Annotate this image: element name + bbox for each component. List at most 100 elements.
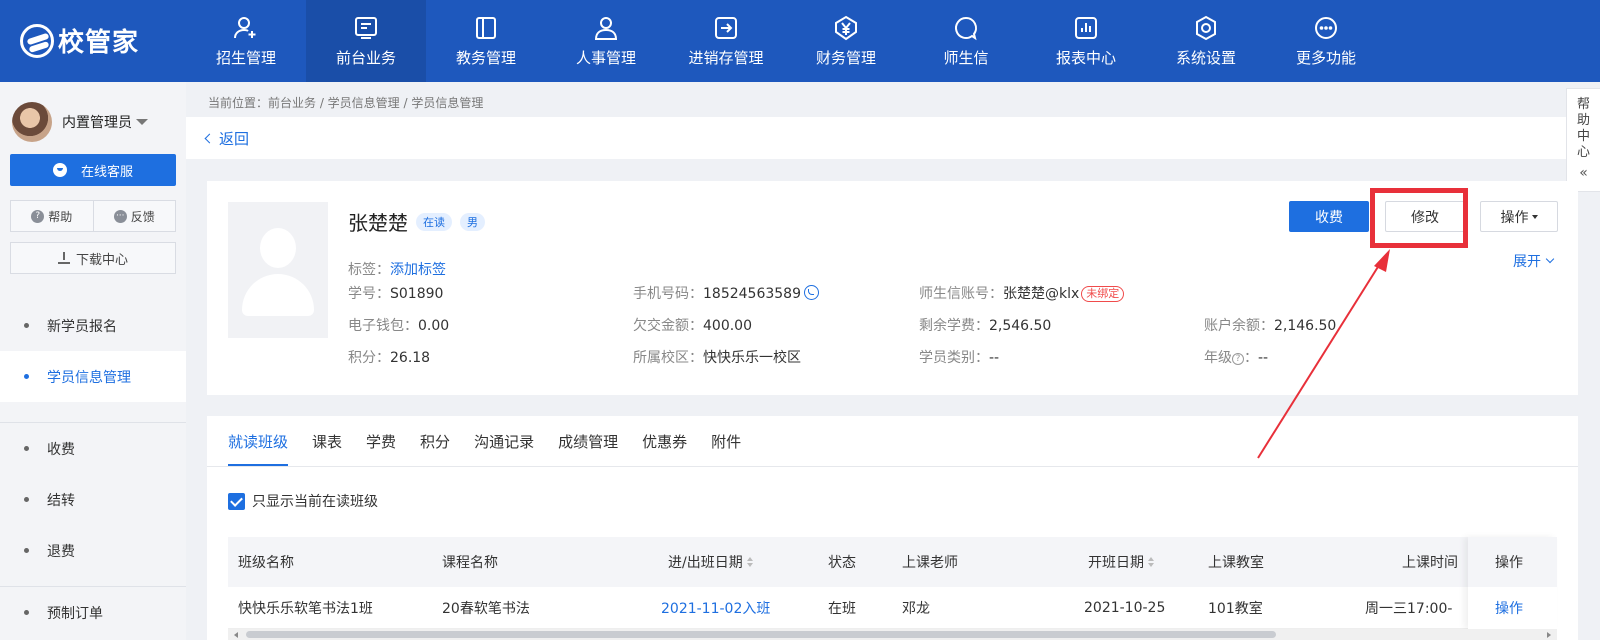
column-header: 上课老师: [902, 555, 958, 571]
sort-icon: [1148, 557, 1154, 567]
highlight-box: [1370, 188, 1468, 248]
column-header: 课程名称: [442, 555, 498, 571]
field-value: 18524563589: [703, 286, 801, 302]
nav-item-front-desk[interactable]: 前台业务: [306, 0, 426, 82]
horizontal-scrollbar[interactable]: [228, 629, 1557, 640]
nav-item-academic[interactable]: 教务管理: [426, 0, 546, 82]
scroll-left-icon[interactable]: [234, 632, 238, 638]
download-center-button[interactable]: 下载中心: [10, 242, 176, 274]
main-nav: 招生管理 前台业务 教务管理 人事管理 进销存管理 财务管理 师生信 报表中心: [186, 0, 1386, 82]
feedback-label: 反馈: [130, 209, 155, 224]
download-icon: [57, 252, 70, 264]
back-bar: 返回: [186, 117, 1578, 159]
help-feedback-group: ? 帮助 ··· 反馈: [10, 200, 176, 232]
nav-item-hr[interactable]: 人事管理: [546, 0, 666, 82]
teacher-cell: 邓龙: [902, 600, 930, 617]
nav-item-inventory[interactable]: 进销存管理: [666, 0, 786, 82]
sidebar-item-label: 结转: [47, 492, 75, 509]
user-menu[interactable]: 内置管理员: [12, 102, 148, 142]
question-icon[interactable]: ?: [1232, 353, 1244, 365]
field-label: 积分：: [348, 350, 390, 366]
field-label: 所属校区：: [633, 350, 703, 366]
sidebar-item-refund[interactable]: 退费: [0, 525, 186, 576]
filter-label: 只显示当前在读班级: [252, 494, 378, 510]
app-logo[interactable]: 校管家: [20, 22, 139, 59]
tab-schedule[interactable]: 课表: [312, 416, 342, 466]
field-label: 电子钱包：: [348, 318, 418, 334]
user-name: 内置管理员: [62, 115, 132, 131]
tabs-divider: [207, 466, 1578, 467]
scroll-thumb[interactable]: [246, 631, 1276, 638]
tab-grades[interactable]: 成绩管理: [558, 416, 618, 466]
student-profile-card: 张楚楚 在读 男 标签：添加标签 学号：S01890 手机号码：18524563…: [207, 181, 1578, 395]
nav-item-more[interactable]: 更多功能: [1266, 0, 1386, 82]
service-icon: [52, 163, 67, 177]
book-icon: [473, 15, 499, 41]
table-row[interactable]: 快快乐乐软笔书法1班 20春软笔书法 2021-11-02入班 在班 邓龙 20…: [228, 587, 1557, 629]
back-link[interactable]: 返回: [204, 128, 250, 149]
sidebar-item-student-info[interactable]: 学员信息管理: [0, 351, 186, 402]
more-icon: [1313, 15, 1339, 41]
nav-item-finance[interactable]: 财务管理: [786, 0, 906, 82]
tab-attachments[interactable]: 附件: [711, 416, 741, 466]
phone-icon[interactable]: [803, 285, 819, 300]
sidebar-item-label: 学员信息管理: [47, 369, 131, 386]
column-header: 上课时间: [1402, 555, 1458, 571]
field-value: --: [1258, 350, 1269, 366]
nav-item-messaging[interactable]: 师生信: [906, 0, 1026, 82]
add-tag-link[interactable]: 添加标签: [390, 262, 446, 278]
back-label: 返回: [219, 130, 250, 148]
current-classes-filter[interactable]: 只显示当前在读班级: [228, 491, 378, 511]
field-label: 学员类别：: [919, 350, 989, 366]
tag-label: 标签：: [348, 262, 390, 278]
help-center-tab[interactable]: 帮助中心 «: [1566, 88, 1600, 192]
wallet-field: 电子钱包：0.00: [348, 315, 449, 335]
tab-tuition[interactable]: 学费: [366, 416, 396, 466]
bar-chart-icon: [1073, 15, 1099, 41]
help-center-label: 帮助中心: [1576, 97, 1590, 160]
checkbox-checked-icon[interactable]: [228, 492, 245, 510]
help-button[interactable]: ? 帮助: [11, 201, 94, 231]
expand-link[interactable]: 展开: [1513, 251, 1555, 271]
column-header-sortable[interactable]: 开班日期: [1088, 537, 1154, 587]
nav-item-enrollment[interactable]: 招生管理: [186, 0, 306, 82]
tab-points[interactable]: 积分: [420, 416, 450, 466]
tab-enrolled-classes[interactable]: 就读班级: [228, 416, 289, 466]
help-label: 帮助: [48, 209, 73, 224]
sidebar-item-carryover[interactable]: 结转: [0, 474, 186, 525]
operations-dropdown[interactable]: 操作: [1480, 201, 1558, 232]
nav-item-reports[interactable]: 报表中心: [1026, 0, 1146, 82]
sort-icon: [746, 557, 753, 567]
status-badge: 在读: [416, 212, 452, 231]
nav-label: 财务管理: [815, 48, 876, 67]
nav-label: 更多功能: [1295, 48, 1356, 67]
question-icon: ?: [31, 209, 45, 223]
sidebar-item-charge[interactable]: 收费: [0, 423, 186, 474]
user-icon: [593, 15, 619, 41]
caret-down-icon: [136, 119, 148, 125]
charge-button[interactable]: 收费: [1289, 201, 1369, 232]
class-time-cell: 周一三17:00-: [1365, 600, 1453, 617]
chat-dots-icon: ···: [113, 209, 127, 223]
enroll-date-link[interactable]: 2021-11-02入班: [661, 587, 770, 628]
student-photo: [228, 202, 328, 338]
online-service-button[interactable]: 在线客服: [10, 154, 176, 186]
column-header-sortable[interactable]: 进/出班日期: [668, 537, 753, 587]
points-field: 积分：26.18: [348, 347, 430, 367]
nav-item-settings[interactable]: 系统设置: [1146, 0, 1266, 82]
sidebar-item-new-enrollment[interactable]: 新学员报名: [0, 300, 186, 351]
owed-field: 欠交金额：400.00: [633, 315, 752, 335]
tab-communication[interactable]: 沟通记录: [474, 416, 534, 466]
sidebar-item-preorder[interactable]: 预制订单: [0, 587, 186, 638]
column-header: 班级名称: [238, 555, 294, 571]
feedback-button[interactable]: ··· 反馈: [94, 201, 176, 231]
status-cell: 在班: [828, 600, 856, 617]
nav-label: 师生信: [943, 48, 989, 67]
course-name-cell: 20春软笔书法: [442, 600, 530, 617]
field-value: 2,546.50: [989, 318, 1052, 334]
nav-label: 前台业务: [335, 48, 396, 67]
scroll-right-icon[interactable]: [1547, 632, 1551, 638]
tab-coupons[interactable]: 优惠券: [642, 416, 687, 466]
row-operation-link[interactable]: 操作: [1468, 587, 1557, 629]
field-value: --: [989, 350, 1000, 366]
